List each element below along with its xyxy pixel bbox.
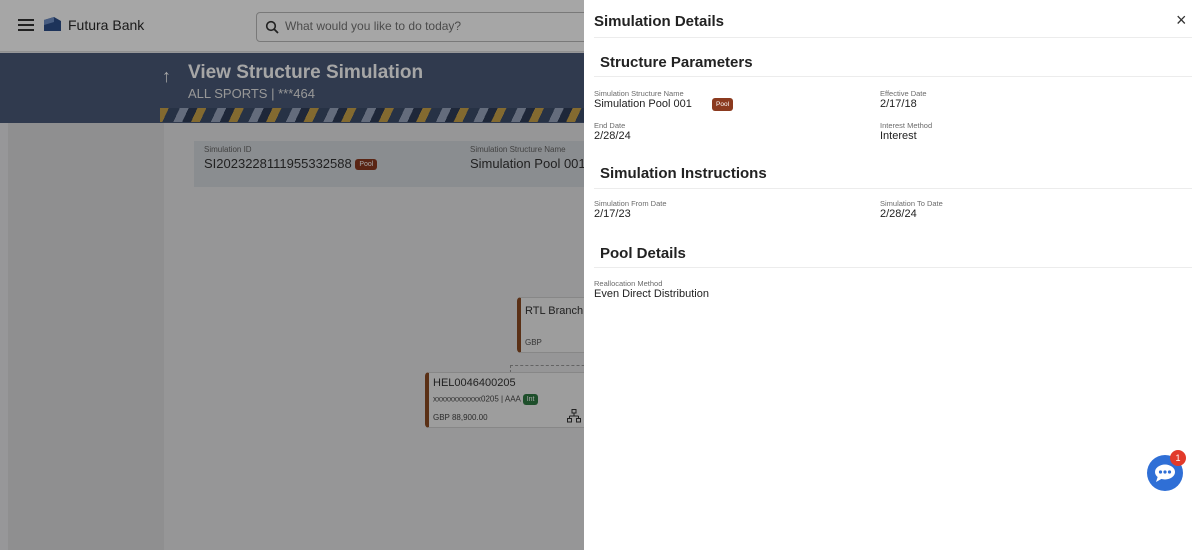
effective-date-label: Effective Date (880, 89, 927, 98)
interest-method-label: Interest Method (880, 121, 933, 130)
close-icon[interactable]: × (1176, 10, 1187, 31)
simulation-from-label: Simulation From Date (594, 199, 667, 208)
section-simulation-instructions: Simulation Instructions (600, 165, 767, 182)
chat-notification-badge: 1 (1170, 450, 1186, 466)
simulation-from-value: 2/17/23 (594, 208, 631, 220)
reallocation-method-value: Even Direct Distribution (594, 288, 709, 300)
end-date-value: 2/28/24 (594, 130, 631, 142)
modal-backdrop[interactable] (0, 0, 584, 550)
simulation-details-panel: Simulation Details × Structure Parameter… (584, 0, 1202, 550)
structure-name-value: Simulation Pool 001 (594, 98, 692, 110)
simulation-to-label: Simulation To Date (880, 199, 943, 208)
simulation-to-value: 2/28/24 (880, 208, 917, 220)
structure-name-label: Simulation Structure Name (594, 89, 684, 98)
divider (594, 188, 1192, 189)
divider (594, 76, 1192, 77)
panel-title: Simulation Details (594, 13, 725, 30)
section-pool-details: Pool Details (600, 245, 686, 262)
pool-badge: Pool (712, 98, 734, 111)
divider (594, 267, 1192, 268)
effective-date-value: 2/17/18 (880, 98, 917, 110)
interest-method-value: Interest (880, 130, 917, 142)
section-structure-parameters: Structure Parameters (600, 54, 753, 71)
reallocation-method-label: Reallocation Method (594, 279, 663, 288)
end-date-label: End Date (594, 121, 626, 130)
divider (594, 37, 1192, 38)
